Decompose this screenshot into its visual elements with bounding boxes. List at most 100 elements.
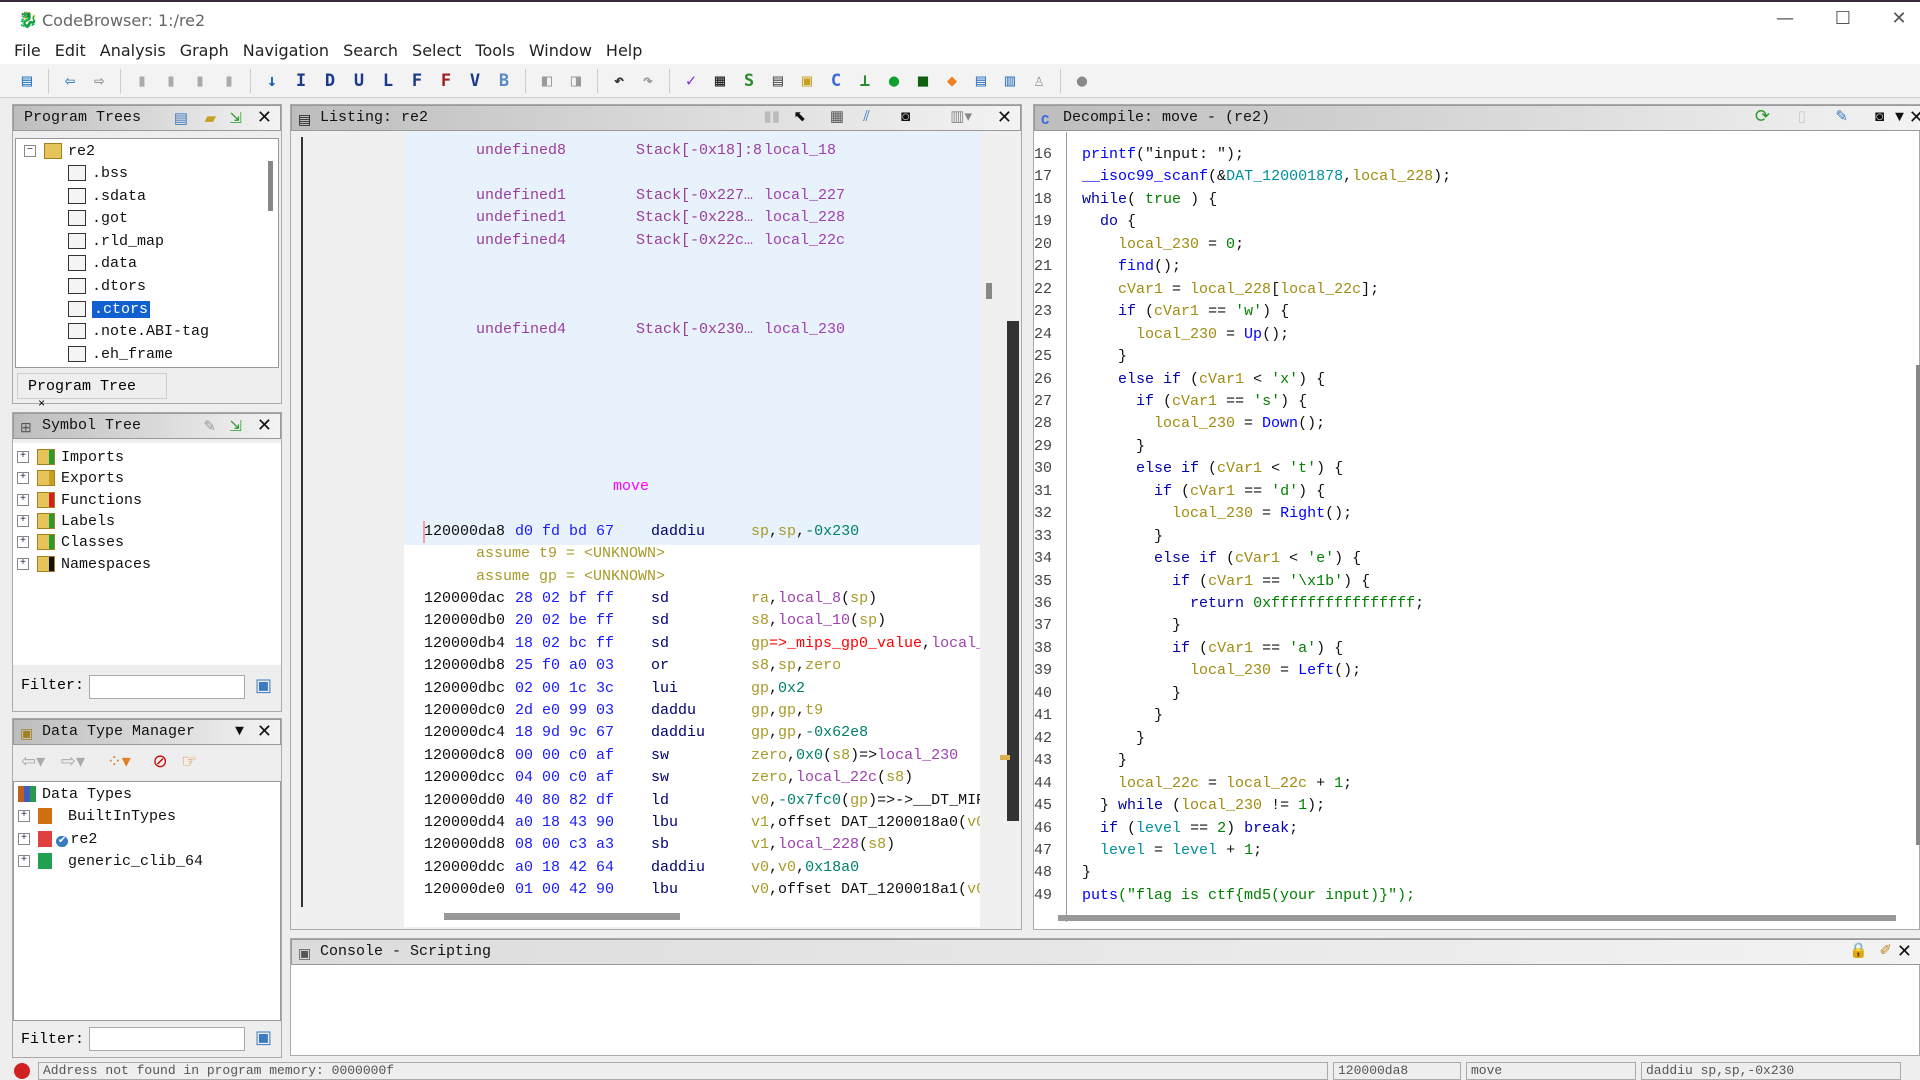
instruction-row[interactable]: 120000db8 25 f0 a0 03 or s8,sp,zero — [404, 655, 980, 677]
settings-icon[interactable]: ● — [1071, 70, 1093, 92]
field-layout-icon[interactable]: ▦ — [830, 106, 844, 130]
lock-icon[interactable]: 🔒 — [1849, 940, 1868, 964]
code-line[interactable]: 31 if (cVar1 == 'd') { — [1034, 481, 1914, 503]
terminal-icon[interactable]: ■ — [912, 70, 934, 92]
copy-icon[interactable]: ▮▮ — [763, 106, 780, 130]
instruction-row[interactable]: 120000db0 20 02 be ff sd s8,local_10(sp) — [404, 610, 980, 632]
code-line[interactable]: 34 else if (cVar1 < 'e') { — [1034, 548, 1914, 570]
next-value-icon[interactable]: V — [464, 70, 486, 92]
refresh-icon[interactable]: ⟳ — [1755, 106, 1770, 130]
diamond-icon[interactable]: ◆ — [941, 70, 963, 92]
stack-variable[interactable]: undefined8 Stack[-0x18]:8 local_18 — [404, 140, 980, 162]
no-pointer-icon[interactable]: ☞ — [181, 751, 197, 772]
next-instruction-icon[interactable]: I — [290, 70, 312, 92]
code-line[interactable]: 22 cVar1 = local_228[local_22c]; — [1034, 279, 1914, 301]
open-folder-icon[interactable]: ▰ — [204, 108, 216, 132]
code-line[interactable]: 47 level = level + 1; — [1034, 840, 1914, 862]
edit-icon[interactable]: ✎ — [1835, 106, 1848, 130]
create-namespace-icon[interactable]: ✎ — [203, 416, 216, 440]
close-button[interactable]: ✕ — [1884, 8, 1914, 29]
next-bookmark-icon[interactable]: B — [493, 70, 515, 92]
archive-item[interactable]: + ✔ re2 — [18, 829, 97, 850]
data-types-root[interactable]: Data Types — [18, 784, 132, 805]
stack-variable[interactable]: undefined1 Stack[-0x228… local_228 — [404, 207, 980, 229]
code-line[interactable]: 44 local_22c = local_22c + 1; — [1034, 773, 1914, 795]
next-non-function-icon[interactable]: F — [435, 70, 457, 92]
clear-icon[interactable]: ✐ — [1879, 940, 1892, 964]
code-line[interactable]: 43 } — [1034, 750, 1914, 772]
tree-item[interactable]: .got — [68, 208, 128, 229]
instruction-row[interactable]: 120000da8 d0 fd bd 67 daddiu sp,sp,-0x230 — [404, 521, 980, 543]
code-line[interactable]: 38 if (cVar1 == 'a') { — [1034, 638, 1914, 660]
minimize-button[interactable]: — — [1770, 8, 1800, 29]
tab-close-icon[interactable]: × — [38, 397, 45, 411]
instruction-row[interactable]: 120000ddc a0 18 42 64 daddiu v0,v0,0x18a0 — [404, 857, 980, 879]
code-line[interactable]: 32 local_230 = Right(); — [1034, 503, 1914, 525]
close-icon[interactable]: ✕ — [997, 106, 1012, 130]
instruction-row[interactable]: 120000dc0 2d e0 99 03 daddu gp,gp,t9 — [404, 700, 980, 722]
code-line[interactable]: 26 else if (cVar1 < 'x') { — [1034, 369, 1914, 391]
instruction-row[interactable]: 120000dc8 00 00 c0 af sw zero,0x0(s8)=>loca… — [404, 745, 980, 767]
new-view-icon[interactable]: ▤ — [174, 108, 188, 132]
tab-program-tree[interactable]: Program Tree × — [17, 373, 167, 411]
code-line[interactable]: 36 return 0xffffffffffffffff; — [1034, 593, 1914, 615]
close-icon[interactable]: ✕ — [1909, 106, 1920, 130]
nav-2-icon[interactable]: ▮ — [160, 70, 182, 92]
symbol-tree-classes[interactable]: + Classes — [17, 532, 124, 553]
nav-1-icon[interactable]: ▮ — [131, 70, 153, 92]
close-icon[interactable]: ✕ — [257, 106, 272, 130]
function-label-row[interactable]: move — [404, 476, 980, 498]
menu-navigation[interactable]: Navigation — [243, 38, 329, 64]
forward-icon[interactable]: ⇨▾ — [61, 751, 85, 772]
error-icon[interactable] — [14, 1063, 30, 1079]
code-line[interactable]: 48 } — [1034, 862, 1914, 884]
code-line[interactable]: 24 local_230 = Up(); — [1034, 324, 1914, 346]
code-line[interactable]: 35 if (cVar1 == '\x1b') { — [1034, 571, 1914, 593]
instruction-row[interactable]: 120000dc4 18 9d 9c 67 daddiu gp,gp,-0x62e8 — [404, 722, 980, 744]
diff-icon[interactable]: ⫽ — [863, 106, 870, 130]
expand-icon[interactable]: + — [17, 472, 29, 485]
expand-icon[interactable]: + — [18, 855, 30, 868]
tree-item[interactable]: .dtors — [68, 276, 146, 297]
code-line[interactable]: 39 local_230 = Left(); — [1034, 660, 1914, 682]
memory-icon[interactable]: ▤ — [767, 70, 789, 92]
next-arrow-icon[interactable]: ↓ — [261, 70, 283, 92]
run-icon[interactable]: ● — [883, 70, 905, 92]
decompile-hscroll-thumb[interactable] — [1058, 915, 1896, 921]
overview-bar[interactable] — [1007, 321, 1019, 821]
redo-icon[interactable]: ↷ — [637, 70, 659, 92]
menu-analysis[interactable]: Analysis — [100, 38, 166, 64]
code-line[interactable]: 19 do { — [1034, 211, 1914, 233]
tree-root[interactable]: − re2 — [24, 141, 95, 162]
code-line[interactable]: 25 } — [1034, 346, 1914, 368]
dtm-filter-input[interactable] — [89, 1027, 245, 1051]
nav-4-icon[interactable]: ▮ — [218, 70, 240, 92]
instruction-row[interactable]: 120000dd8 08 00 c3 a3 sb v1,local_228(s8) — [404, 834, 980, 856]
code-line[interactable]: 41 } — [1034, 705, 1914, 727]
symbol-filter-input[interactable] — [89, 675, 245, 699]
symbol-tree-exports[interactable]: + Exports — [17, 468, 124, 489]
plugin-2-icon[interactable]: ◨ — [565, 70, 587, 92]
menu-graph[interactable]: Graph — [180, 38, 229, 64]
symbol-tree-labels[interactable]: + Labels — [17, 511, 115, 532]
expand-icon[interactable]: + — [18, 810, 30, 823]
code-line[interactable]: 33 } — [1034, 526, 1914, 548]
filter-options-icon[interactable]: ▣ — [255, 675, 272, 696]
instruction-row[interactable]: 120000dbc 02 00 1c 3c lui gp,0x2 — [404, 678, 980, 700]
stack-variable[interactable]: undefined4 Stack[-0x22c… local_22c — [404, 230, 980, 252]
options-dropdown-icon[interactable]: ▥▾ — [950, 106, 972, 130]
undo-icon[interactable]: ↶ — [608, 70, 630, 92]
expand-icon[interactable]: + — [18, 832, 30, 845]
archive-item[interactable]: + BuiltInTypes — [18, 806, 176, 827]
code-line[interactable]: 29 } — [1034, 436, 1914, 458]
instruction-row[interactable]: 120000dd0 40 80 82 df ld v0,-0x7fc0(gp)=>->… — [404, 790, 980, 812]
expand-icon[interactable]: + — [17, 536, 29, 549]
tree-item[interactable]: .data — [68, 253, 137, 274]
decompile-icon[interactable]: C — [825, 70, 847, 92]
menu-select[interactable]: Select — [412, 38, 461, 64]
tree-scrollbar-thumb[interactable] — [268, 161, 273, 211]
menu-window[interactable]: Window — [529, 38, 592, 64]
code-line[interactable]: 27 if (cVar1 == 's') { — [1034, 391, 1914, 413]
collapse-icon[interactable]: − — [24, 145, 36, 158]
menu-edit[interactable]: Edit — [55, 38, 86, 64]
